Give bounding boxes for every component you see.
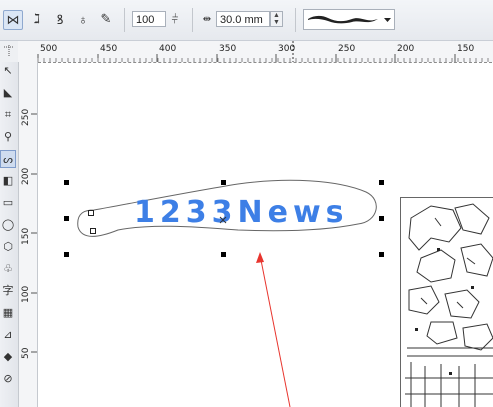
toolbar-divider xyxy=(295,8,296,32)
width-icon: ⇹ xyxy=(202,13,212,25)
rectangle-tool-icon[interactable]: ▭ xyxy=(0,194,16,212)
selection-handle-bottom-left[interactable] xyxy=(64,252,69,257)
smoothing-slider-icon[interactable]: ⫩ xyxy=(166,10,184,28)
ruler-label: 200 xyxy=(21,167,31,185)
width-spinner[interactable]: ▲ ▼ xyxy=(270,11,283,27)
brush-stroke-icon[interactable]: ✎ xyxy=(97,10,115,28)
ruler-label: 200 xyxy=(397,44,415,54)
annotation-arrow xyxy=(259,254,291,407)
vertical-ruler[interactable]: 250 200 150 100 50 xyxy=(19,62,38,407)
path-node[interactable] xyxy=(90,228,96,234)
selection-handle-top-center[interactable] xyxy=(221,180,226,185)
stroke-preset-select[interactable] xyxy=(303,9,395,30)
selection-handle-top-left[interactable] xyxy=(64,180,69,185)
selection-handle-middle-left[interactable] xyxy=(64,216,69,221)
pick-tool-icon[interactable]: ↖ xyxy=(0,62,16,80)
fill-tool-icon[interactable]: ◆ xyxy=(0,348,16,366)
ruler-label: 300 xyxy=(278,44,296,54)
ruler-label: 50 xyxy=(21,347,31,359)
horizontal-ruler-ticks xyxy=(37,41,489,62)
ruler-label: 250 xyxy=(21,108,31,126)
calligraphic-pen-icon[interactable]: ꝸ xyxy=(51,10,69,28)
selection-handle-top-right[interactable] xyxy=(379,180,384,185)
text-on-path: 1233News xyxy=(134,195,349,230)
basic-shapes-tool-icon[interactable]: ♧ xyxy=(0,260,16,278)
property-bar: ⋈ ℷ ꝸ ♁ ✎ 100 ⫩ ⇹ 30.0 mm ▲ ▼ xyxy=(0,0,493,41)
dropdown-chevron-icon xyxy=(384,18,391,22)
ruler-label: 150 xyxy=(21,227,31,245)
text-path-layer: 1233News xyxy=(77,179,377,407)
ruler-label: 400 xyxy=(159,44,177,54)
dimension-tool-icon[interactable]: ⊿ xyxy=(0,326,16,344)
smart-fill-tool-icon[interactable]: ◧ xyxy=(0,172,16,190)
pressure-brush-icon[interactable]: ℷ xyxy=(28,10,46,28)
ruler-label: 150 xyxy=(457,44,475,54)
stroke-width-input[interactable]: 30.0 mm xyxy=(216,11,270,27)
arrow-head-icon xyxy=(256,252,264,263)
selection-handle-bottom-center[interactable] xyxy=(221,252,226,257)
path-node[interactable] xyxy=(88,210,94,216)
ruler-label: 350 xyxy=(219,44,237,54)
text-tool-icon[interactable]: 字 xyxy=(0,282,16,300)
ruler-label: 450 xyxy=(100,44,118,54)
artistic-nib-icon[interactable]: ♁ xyxy=(74,10,92,28)
zoom-tool-icon[interactable]: ⚲ xyxy=(0,128,16,146)
toolbox: ↖ ◣ ⌗ ⚲ ᔕ ◧ ▭ ◯ ⬡ ♧ 字 ▦ ⊿ ◆ ⊘ xyxy=(0,62,19,407)
selection-handle-middle-right[interactable] xyxy=(379,216,384,221)
horizontal-ruler[interactable]: 500 450 400 350 300 250 200 150 xyxy=(18,41,493,63)
crop-tool-icon[interactable]: ⌗ xyxy=(0,106,16,124)
smoothing-input[interactable]: 100 xyxy=(132,11,166,27)
selection-handle-bottom-right[interactable] xyxy=(379,252,384,257)
ruler-origin-corner[interactable] xyxy=(0,41,19,63)
ruler-origin-icon xyxy=(4,45,14,57)
stroke-preview-icon xyxy=(308,15,391,24)
ellipse-tool-icon[interactable]: ◯ xyxy=(0,216,16,234)
drawing-canvas[interactable]: 1233News xyxy=(38,62,493,407)
freehand-tool-icon[interactable]: ᔕ xyxy=(0,150,16,168)
ruler-label: 100 xyxy=(21,285,31,303)
ruler-label: 500 xyxy=(40,44,58,54)
toolbar-divider xyxy=(124,8,125,32)
table-tool-icon[interactable]: ▦ xyxy=(0,304,16,322)
polygon-tool-icon[interactable]: ⬡ xyxy=(0,238,16,256)
shape-tool-icon[interactable]: ◣ xyxy=(0,84,16,102)
envelope-mode-icon[interactable]: ⋈ xyxy=(3,10,23,30)
eyedropper-tool-icon[interactable]: ⊘ xyxy=(0,370,16,388)
ruler-label: 250 xyxy=(338,44,356,54)
toolbar-divider xyxy=(192,8,193,32)
